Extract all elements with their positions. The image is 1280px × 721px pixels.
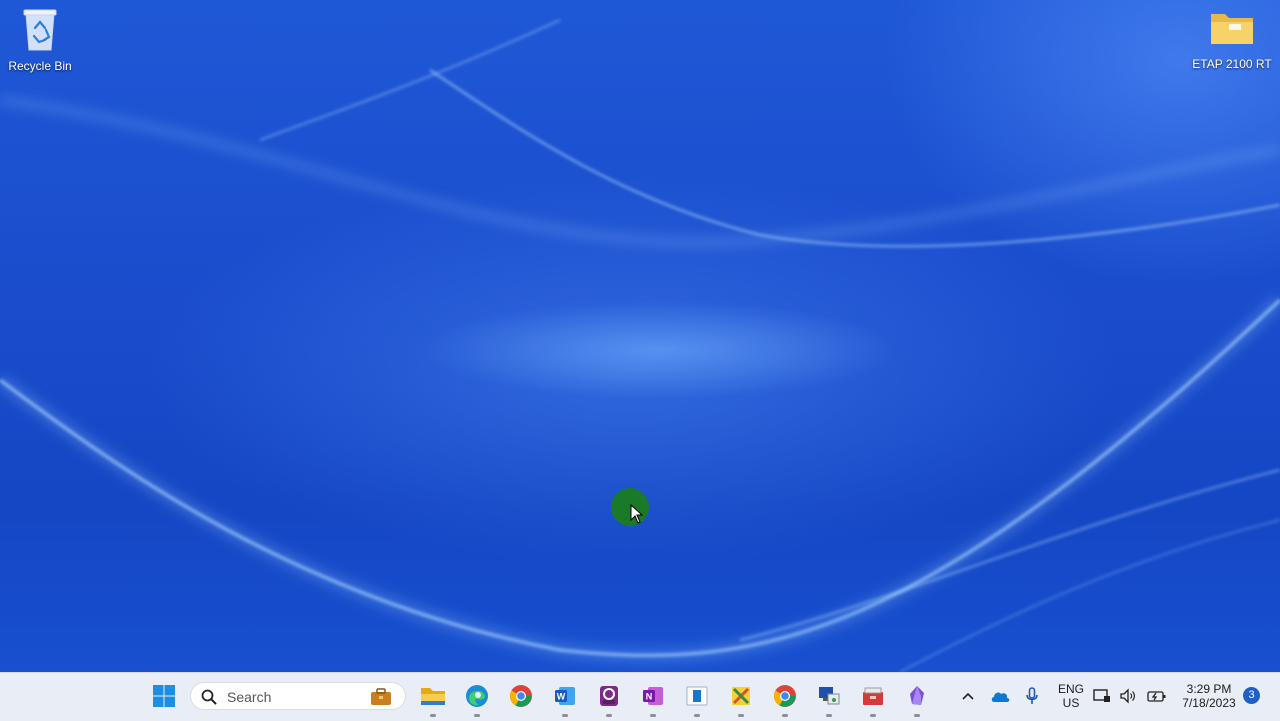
toolbox-icon [863, 687, 883, 705]
battery-tray-button[interactable] [1144, 678, 1170, 714]
microphone-icon [1026, 687, 1038, 704]
taskbar-app-remote[interactable] [811, 678, 847, 717]
search-icon [201, 689, 217, 705]
chevron-up-icon [962, 692, 974, 700]
chrome-icon [510, 685, 532, 707]
taskbar-app-word[interactable]: W [547, 678, 583, 717]
chrome-icon [774, 685, 796, 707]
pointer-arrow-icon [630, 504, 644, 524]
volume-tray-button[interactable] [1116, 678, 1140, 714]
desktop-wallpaper [0, 0, 1280, 672]
start-button[interactable] [146, 678, 182, 714]
taskbar-search-box[interactable]: Search [190, 682, 406, 710]
input-language-button[interactable]: ENG US [1052, 682, 1090, 710]
clock-date: 7/18/2023 [1182, 696, 1236, 710]
desktop-icon-label: Recycle Bin [8, 59, 72, 73]
language-code: ENG [1057, 682, 1084, 696]
taskbar-app-edge[interactable] [459, 678, 495, 717]
onedrive-tray-button[interactable] [982, 678, 1018, 714]
desktop-icon-label: ETAP 2100 RT [1192, 57, 1272, 71]
show-hidden-icons-button[interactable] [950, 678, 986, 714]
taskbar-app-onenote[interactable]: N [635, 678, 671, 717]
recycle-bin-icon [20, 6, 60, 55]
notification-count-badge[interactable]: 3 [1243, 687, 1260, 704]
taskbar-app-chrome-2[interactable] [767, 678, 803, 717]
edge-browser-icon [466, 685, 488, 707]
search-placeholder: Search [227, 689, 272, 705]
taskbar-app-chrome[interactable] [503, 678, 539, 714]
folder-icon [1209, 6, 1255, 53]
desktop-icon-etap-folder[interactable]: ETAP 2100 RT [1192, 6, 1272, 71]
desktop-icon-recycle-bin[interactable]: Recycle Bin [0, 6, 80, 73]
remote-desktop-icon [819, 687, 840, 705]
network-tray-button[interactable] [1090, 678, 1114, 714]
clock-button[interactable]: 3:29 PM 7/18/2023 [1176, 682, 1242, 710]
tools-icon [732, 687, 750, 705]
svg-text:W: W [557, 692, 566, 702]
taskbar-app-file-explorer[interactable] [415, 678, 451, 717]
pdf-editor-icon [600, 686, 618, 706]
svg-text:N: N [646, 692, 653, 702]
windows-start-icon [153, 685, 175, 707]
speaker-icon [1120, 688, 1135, 704]
taskbar-app-blue[interactable] [679, 678, 715, 717]
onedrive-cloud-icon [991, 692, 1010, 702]
network-icon [1093, 689, 1110, 702]
mouse-cursor [611, 488, 651, 528]
file-explorer-icon [421, 688, 445, 705]
battery-charging-icon [1147, 691, 1166, 702]
briefcase-icon [371, 688, 391, 705]
taskbar-app-pdf[interactable] [591, 678, 627, 717]
keyboard-region: US [1062, 696, 1080, 710]
taskbar-app-toolbox[interactable] [855, 678, 891, 717]
taskbar-app-tools[interactable] [723, 678, 759, 717]
blue-app-icon [686, 686, 708, 706]
microphone-tray-button[interactable] [1014, 678, 1050, 714]
purple-crystal-icon [910, 686, 924, 705]
onenote-icon: N [643, 687, 663, 705]
word-icon: W [555, 687, 575, 705]
taskbar-app-obsidian[interactable] [899, 678, 935, 717]
clock-time: 3:29 PM [1186, 682, 1232, 696]
